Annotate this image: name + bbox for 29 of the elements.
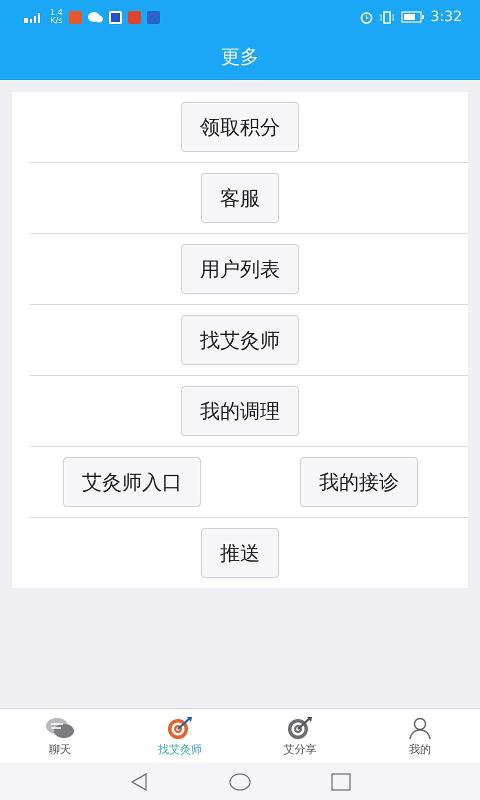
menu-button[interactable]: 找艾灸师 <box>181 315 299 365</box>
recents-icon[interactable] <box>331 772 351 792</box>
chat-icon <box>45 716 75 740</box>
tab[interactable]: 我的 <box>360 709 480 763</box>
menu-button[interactable]: 用户列表 <box>181 244 299 294</box>
menu-button[interactable]: 艾灸师入口 <box>63 457 201 507</box>
person-icon <box>408 716 432 740</box>
menu-button[interactable]: 客服 <box>201 173 279 223</box>
alarm-icon <box>360 10 373 24</box>
tab[interactable]: 聊天 <box>0 709 120 763</box>
home-icon[interactable] <box>229 772 251 792</box>
target-icon <box>166 716 194 740</box>
app-icon <box>146 10 160 24</box>
battery-icon <box>400 11 425 23</box>
tab[interactable]: 艾分享 <box>240 709 360 763</box>
back-icon[interactable] <box>129 772 149 792</box>
app-icon <box>108 10 122 24</box>
menu-button[interactable]: 我的调理 <box>181 386 299 436</box>
chat-icon <box>88 11 103 23</box>
target-icon <box>286 716 314 740</box>
network-speed: 1.4 K/s <box>50 9 63 25</box>
app-icon <box>68 10 82 24</box>
menu-button[interactable]: 我的接诊 <box>300 457 418 507</box>
page-title: 更多 <box>221 45 259 70</box>
vibrate-icon <box>378 10 395 24</box>
menu-button[interactable]: 领取积分 <box>181 102 299 152</box>
menu-button[interactable]: 推送 <box>201 528 279 578</box>
app-icon <box>128 10 141 24</box>
clock-time: 3:32 <box>430 9 462 25</box>
